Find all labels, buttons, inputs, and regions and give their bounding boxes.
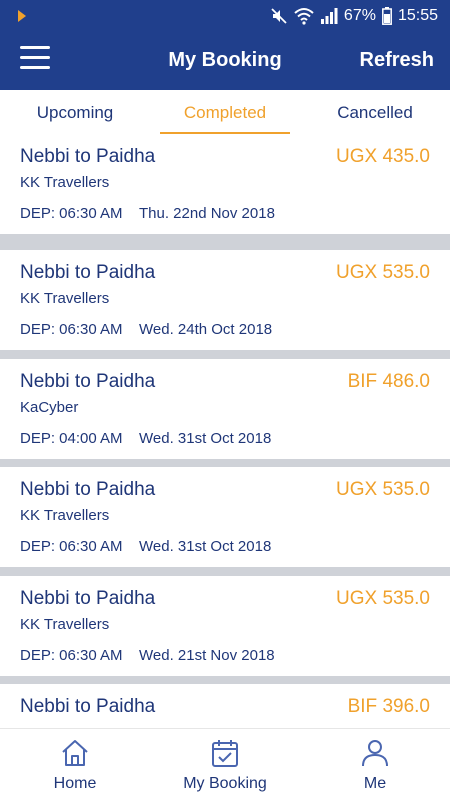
booking-card[interactable]: Nebbi to Paidha BIF 396.0 bbox=[0, 684, 450, 728]
booking-price: UGX 535.0 bbox=[336, 262, 430, 283]
nav-me-label: Me bbox=[363, 775, 387, 792]
nav-my-booking-label: My Booking bbox=[183, 775, 267, 792]
status-bar: 67% 15:55 bbox=[0, 0, 450, 32]
booking-price: UGX 535.0 bbox=[336, 479, 430, 500]
booking-card[interactable]: Nebbi to Paidha UGX 535.0 KK Travellers … bbox=[0, 250, 450, 350]
booking-date: Wed. 21st Nov 2018 bbox=[139, 647, 275, 664]
booking-operator: KaCyber bbox=[20, 399, 79, 416]
status-time: 15:55 bbox=[397, 7, 438, 24]
booking-departure: DEP: 06:30 AM bbox=[20, 321, 123, 338]
booking-price: BIF 396.0 bbox=[347, 696, 430, 717]
booking-card[interactable]: Nebbi to Paidha UGX 535.0 KK Travellers … bbox=[0, 576, 450, 676]
mute-icon bbox=[271, 8, 287, 24]
booking-card[interactable]: Nebbi to Paidha UGX 535.0 KK Travellers … bbox=[0, 467, 450, 567]
booking-departure: DEP: 06:30 AM bbox=[20, 205, 123, 222]
booking-date: Thu. 22nd Nov 2018 bbox=[139, 205, 275, 222]
battery-icon bbox=[382, 7, 392, 25]
calendar-check-icon bbox=[212, 740, 238, 767]
bottom-nav: Home My Booking Me bbox=[0, 728, 450, 800]
booking-route: Nebbi to Paidha bbox=[20, 262, 156, 283]
booking-price: UGX 435.0 bbox=[336, 146, 430, 167]
booking-date: Wed. 24th Oct 2018 bbox=[139, 321, 273, 338]
booking-date: Wed. 31st Oct 2018 bbox=[139, 538, 272, 555]
nav-my-booking[interactable]: My Booking bbox=[150, 729, 300, 800]
status-right: 67% 15:55 bbox=[270, 0, 438, 32]
booking-date: Wed. 31st Oct 2018 bbox=[139, 430, 272, 447]
refresh-button[interactable]: Refresh bbox=[360, 49, 434, 72]
booking-route: Nebbi to Paidha bbox=[20, 588, 156, 609]
booking-departure: DEP: 06:30 AM bbox=[20, 538, 123, 555]
booking-route: Nebbi to Paidha bbox=[20, 371, 156, 392]
booking-operator: KK Travellers bbox=[20, 290, 110, 307]
booking-departure: DEP: 04:00 AM bbox=[20, 430, 123, 447]
booking-route: Nebbi to Paidha bbox=[20, 146, 156, 167]
booking-price: UGX 535.0 bbox=[336, 588, 430, 609]
booking-list[interactable]: Nebbi to Paidha UGX 435.0 KK Travellers … bbox=[0, 134, 450, 728]
notification-icon bbox=[18, 10, 26, 22]
booking-route: Nebbi to Paidha bbox=[20, 696, 156, 717]
booking-operator: KK Travellers bbox=[20, 507, 110, 524]
tab-completed[interactable]: Completed bbox=[150, 90, 300, 134]
booking-card[interactable]: Nebbi to Paidha BIF 486.0 KaCyber DEP: 0… bbox=[0, 359, 450, 459]
booking-tabs: Upcoming Completed Cancelled bbox=[0, 90, 450, 134]
user-icon bbox=[362, 740, 388, 767]
nav-home-label: Home bbox=[53, 775, 97, 792]
booking-operator: KK Travellers bbox=[20, 616, 110, 633]
nav-me[interactable]: Me bbox=[300, 729, 450, 800]
nav-home[interactable]: Home bbox=[0, 729, 150, 800]
battery-percent: 67% bbox=[343, 7, 376, 24]
tab-cancelled[interactable]: Cancelled bbox=[300, 90, 450, 134]
tab-upcoming[interactable]: Upcoming bbox=[0, 90, 150, 134]
app-header: My Booking Refresh bbox=[0, 32, 450, 90]
booking-card[interactable]: Nebbi to Paidha UGX 435.0 KK Travellers … bbox=[0, 134, 450, 234]
booking-operator: KK Travellers bbox=[20, 174, 110, 191]
signal-icon bbox=[320, 8, 338, 24]
booking-route: Nebbi to Paidha bbox=[20, 479, 156, 500]
booking-departure: DEP: 06:30 AM bbox=[20, 647, 123, 664]
home-icon bbox=[62, 740, 88, 766]
booking-price: BIF 486.0 bbox=[347, 371, 430, 392]
wifi-icon bbox=[294, 8, 314, 25]
